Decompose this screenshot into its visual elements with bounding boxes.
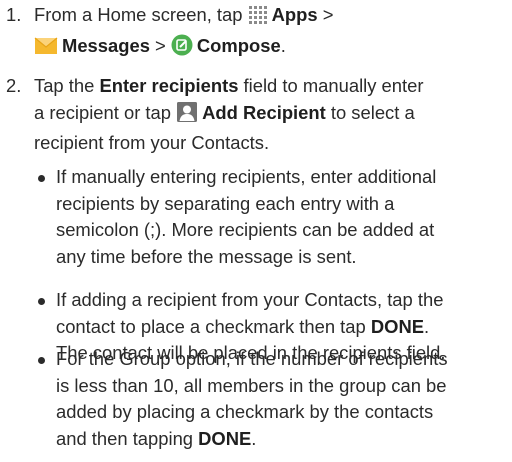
add-recipient-icon xyxy=(176,101,198,131)
menu-separator: > xyxy=(317,4,334,25)
compose-icon xyxy=(171,34,193,64)
step-number: 1. xyxy=(6,4,22,25)
apps-grid-icon xyxy=(248,5,268,33)
step-1: 1. From a Home screen, tap Apps > Messag… xyxy=(6,2,506,62)
step-1-text: From a Home screen, tap Apps > Messages … xyxy=(34,2,506,63)
done-label: DONE xyxy=(370,315,424,337)
menu-separator: > xyxy=(149,34,171,56)
bullet-item: For the Group option, if the number of r… xyxy=(38,346,506,456)
step-text: From a Home screen, tap xyxy=(34,4,248,25)
bullet-item: If manually entering recipients, enter a… xyxy=(38,164,506,274)
messages-label: Messages xyxy=(62,34,150,56)
step-2-text: Tap the Enter recipients field to manual… xyxy=(34,75,424,153)
step-number: 2. xyxy=(6,75,22,96)
bullet-dot xyxy=(38,298,45,305)
messages-envelope-icon xyxy=(34,36,58,64)
done-label: DONE xyxy=(198,427,252,449)
add-recipient-label: Add Recipient xyxy=(202,101,326,123)
enter-recipients-label: Enter recipients xyxy=(99,75,239,96)
step-2: 2. Tap the Enter recipients field to man… xyxy=(6,73,506,159)
apps-label: Apps xyxy=(271,4,318,25)
bullet-dot xyxy=(38,175,45,182)
instructions-document: 1. From a Home screen, tap Apps > Messag… xyxy=(0,0,512,462)
bullet-dot xyxy=(38,357,45,364)
compose-label: Compose xyxy=(196,34,281,56)
